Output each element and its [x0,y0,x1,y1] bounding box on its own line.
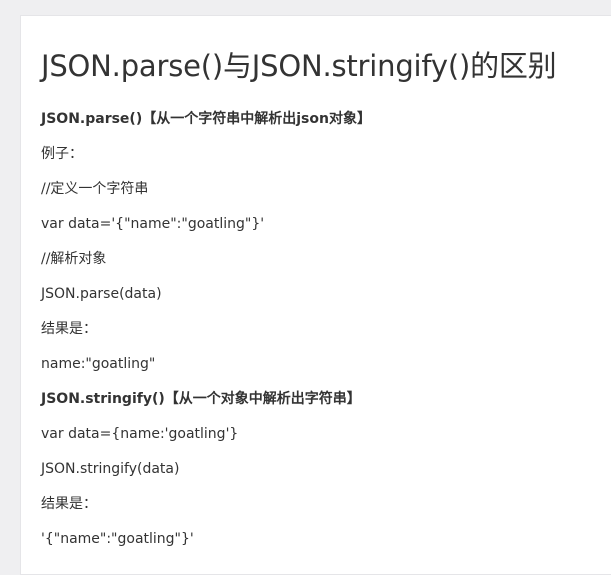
code-comment-parse-object: //解析对象 [41,251,107,267]
article-card: JSON.parse()与JSON.stringify()的区别 JSON.pa… [20,15,611,575]
code-comment-define-string: //定义一个字符串 [41,181,149,197]
article-title: JSON.parse()与JSON.stringify()的区别 [41,49,557,83]
section-heading-parse: JSON.parse()【从一个字符串中解析出json对象】 [41,111,371,127]
result-label-stringify: 结果是： [41,496,97,512]
result-label-parse: 结果是： [41,321,97,337]
result-value-stringify: '{"name":"goatling"}' [41,531,194,547]
result-value-parse: name:"goatling" [41,356,156,372]
code-line-string-var: var data='{"name":"goatling"}' [41,216,265,232]
example-label: 例子： [41,146,83,162]
code-line-parse-call: JSON.parse(data) [41,286,162,302]
code-line-stringify-call: JSON.stringify(data) [41,461,180,477]
code-line-object-var: var data={name:'goatling'} [41,426,239,442]
section-heading-stringify: JSON.stringify()【从一个对象中解析出字符串】 [41,391,361,407]
